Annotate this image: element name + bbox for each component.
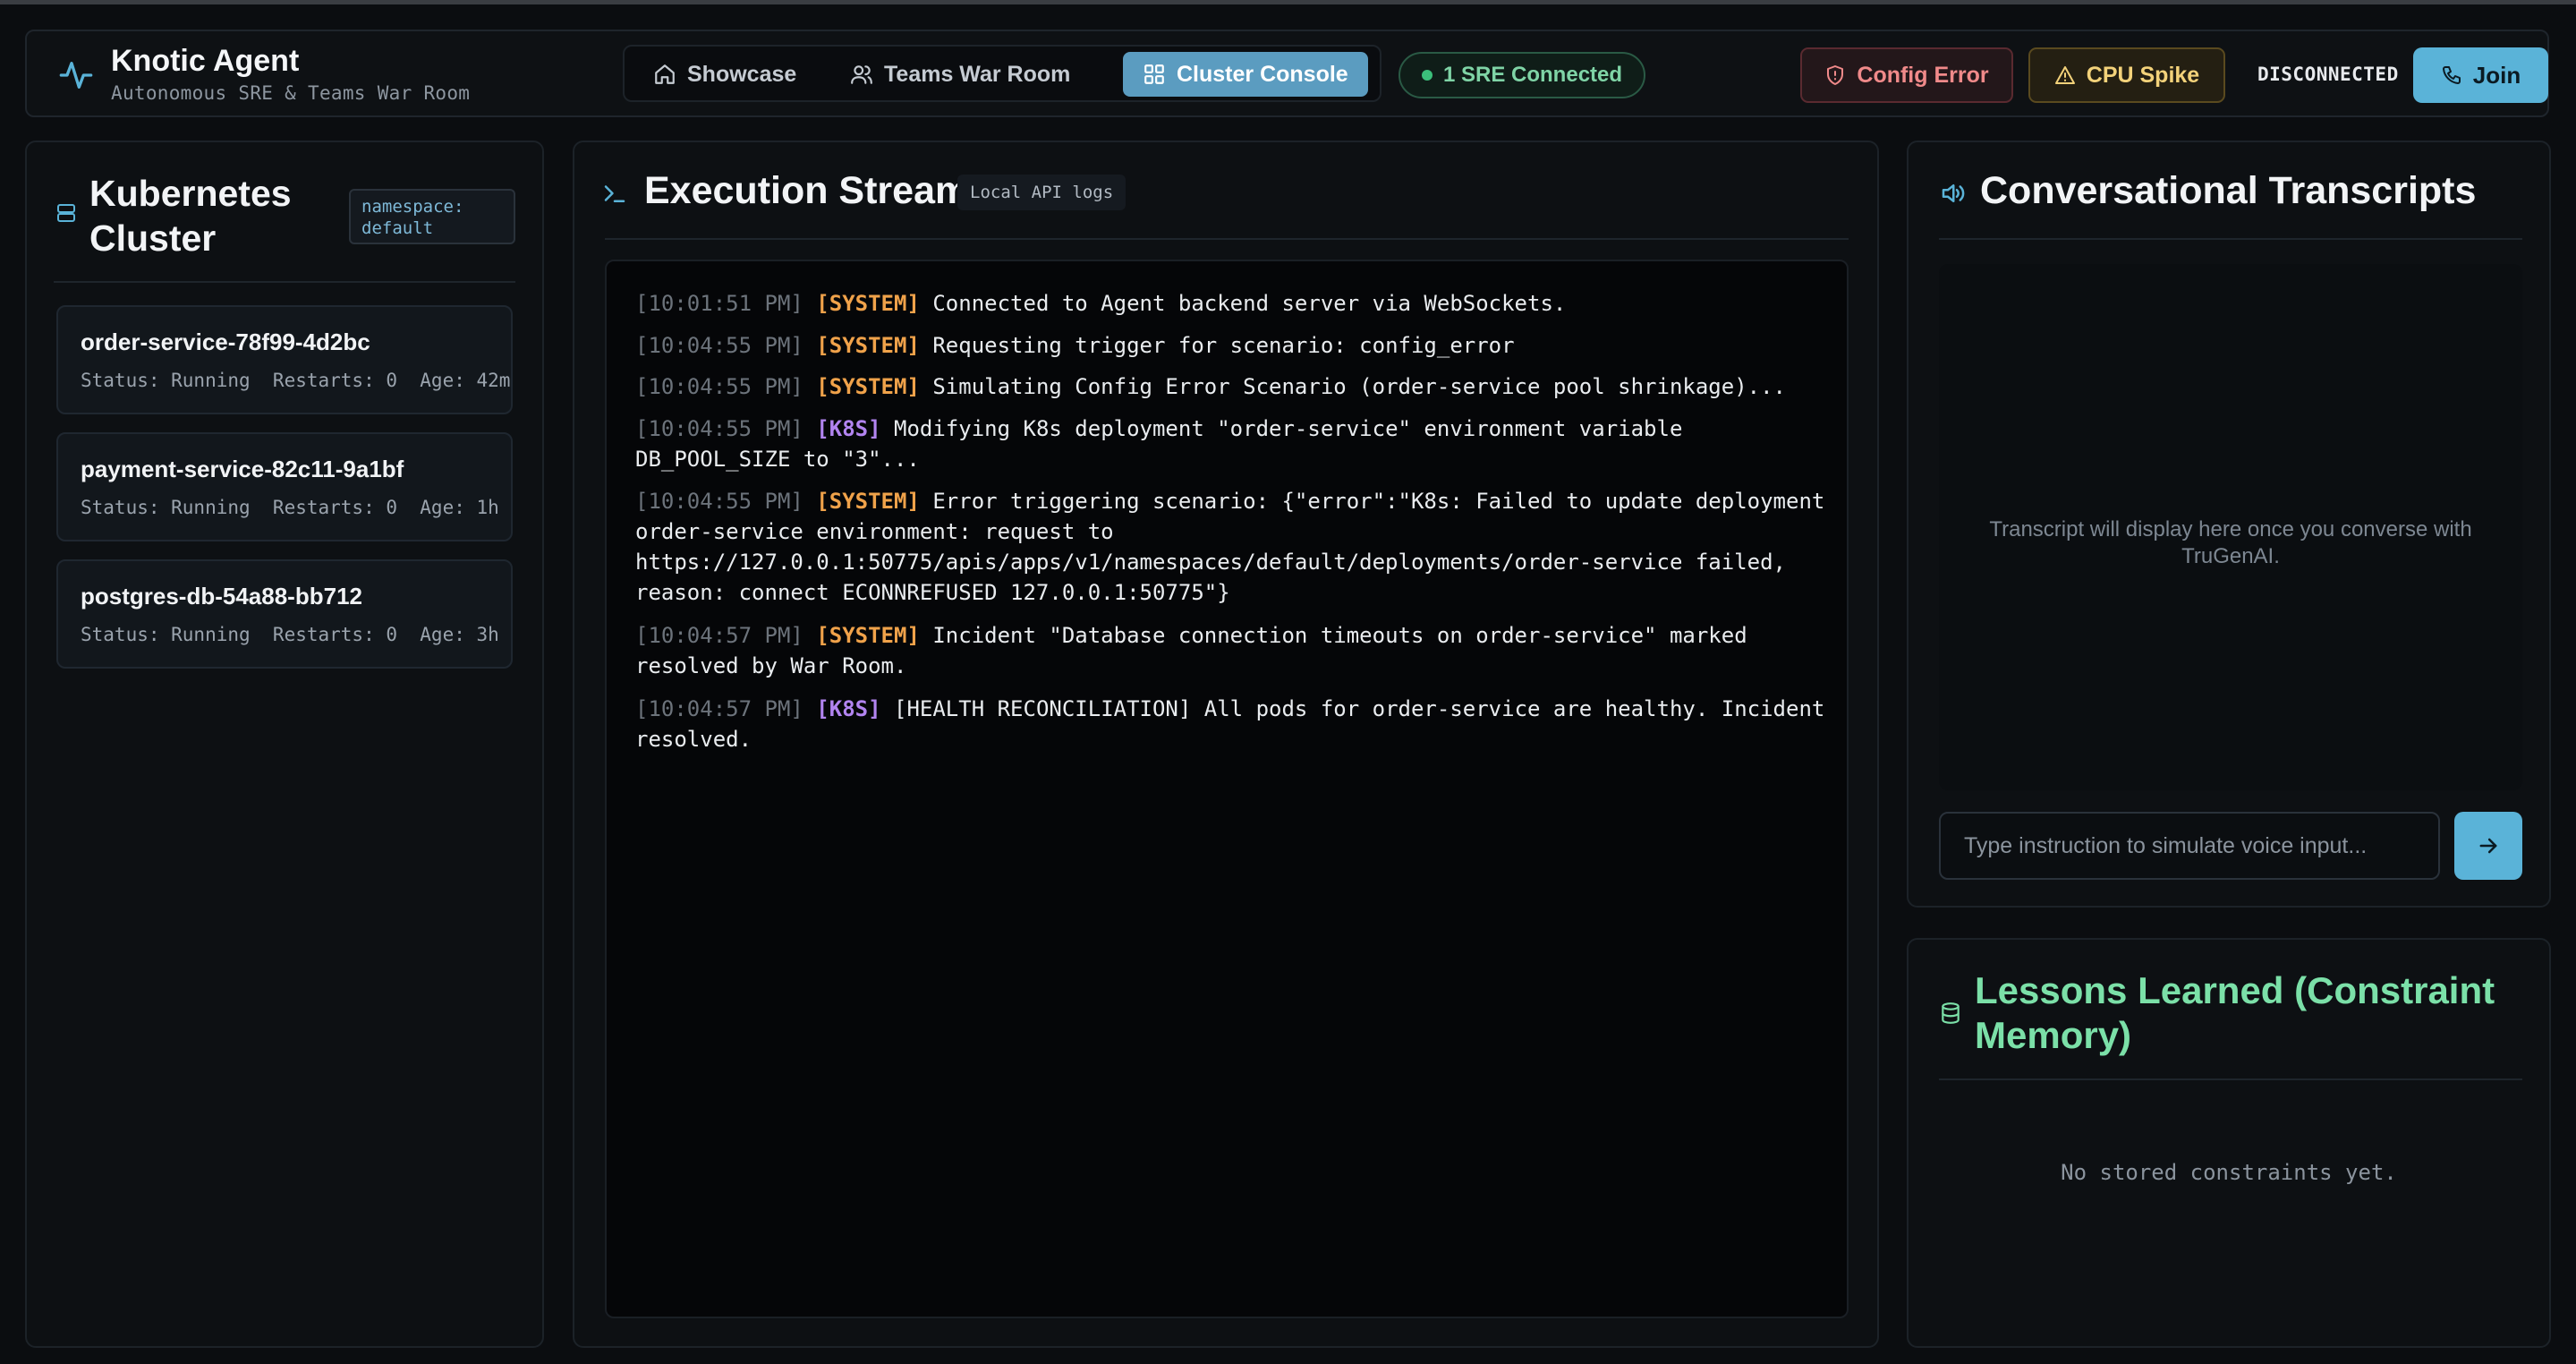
log-line: [10:04:55 PM] [SYSTEM] Simulating Config… <box>635 371 1834 402</box>
pod-name: payment-service-82c11-9a1bf <box>81 456 404 482</box>
window-top-border <box>0 0 2576 4</box>
log-time: [10:04:55 PM] <box>635 374 803 399</box>
database-icon <box>1942 1002 1960 1024</box>
app-subtitle: Autonomous SRE & Teams War Room <box>111 82 471 104</box>
log-time: [10:04:57 PM] <box>635 696 803 721</box>
tab-cluster-console-label: Cluster Console <box>1177 61 1348 87</box>
log-time: [10:01:51 PM] <box>635 291 803 316</box>
log-time: [10:04:57 PM] <box>635 623 803 648</box>
log-message: Incident "Database connection timeouts o… <box>635 623 1761 678</box>
connection-status: DISCONNECTED <box>2257 64 2399 85</box>
log-line: [10:01:51 PM] [SYSTEM] Connected to Agen… <box>635 288 1834 319</box>
log-message: Requesting trigger for scenario: config_… <box>932 333 1515 358</box>
config-error-label: Config Error <box>1857 62 1989 88</box>
log-tag: [SYSTEM] <box>816 374 920 399</box>
pod-card[interactable]: payment-service-82c11-9a1bf Status: Runn… <box>56 432 513 541</box>
log-line: [10:04:57 PM] [SYSTEM] Incident "Databas… <box>635 620 1834 681</box>
transcript-area[interactable]: Transcript will display here once you co… <box>1939 264 2522 790</box>
pod-meta: Status: Running Restarts: 0 Age: 42m <box>81 370 511 391</box>
tab-teams-war-room[interactable]: Teams War Room <box>830 52 1090 97</box>
join-label: Join <box>2472 61 2521 89</box>
log-tag: [K8S] <box>816 416 881 441</box>
transcripts-title: Conversational Transcripts <box>1980 169 2477 212</box>
pod-card[interactable]: postgres-db-54a88-bb712 Status: Running … <box>56 559 513 669</box>
execution-stream-panel: Execution Stream Local API logs [10:01:5… <box>573 141 1879 1348</box>
pod-name: order-service-78f99-4d2bc <box>81 328 370 355</box>
speaker-icon <box>1942 184 1965 202</box>
shield-icon <box>1827 65 1844 85</box>
cpu-spike-label: CPU Spike <box>2086 62 2200 88</box>
voice-instruction-input[interactable] <box>1939 812 2440 880</box>
log-message: Connected to Agent backend server via We… <box>932 291 1567 316</box>
app-header: Knotic Agent Autonomous SRE & Teams War … <box>25 30 2549 117</box>
stream-title: Execution Stream <box>644 169 970 212</box>
divider <box>54 281 515 283</box>
local-api-badge: Local API logs <box>957 175 1126 210</box>
log-line: [10:04:55 PM] [SYSTEM] Requesting trigge… <box>635 330 1834 361</box>
lessons-empty-message: No stored constraints yet. <box>2061 1160 2397 1185</box>
log-terminal[interactable]: [10:01:51 PM] [SYSTEM] Connected to Agen… <box>605 260 1849 1318</box>
phone-icon <box>2442 66 2461 84</box>
log-tag: [SYSTEM] <box>816 291 920 316</box>
users-icon <box>851 65 872 84</box>
terminal-icon <box>604 185 625 202</box>
log-time: [10:04:55 PM] <box>635 489 803 514</box>
config-error-button[interactable]: Config Error <box>1800 47 2013 103</box>
kubernetes-cluster-panel: Kubernetes Cluster namespace: default or… <box>25 141 544 1348</box>
join-button[interactable]: Join <box>2413 47 2548 103</box>
lessons-learned-panel: Lessons Learned (Constraint Memory) No s… <box>1907 938 2551 1348</box>
tab-showcase[interactable]: Showcase <box>633 52 816 97</box>
log-tag: [SYSTEM] <box>816 623 920 648</box>
tab-cluster-console[interactable]: Cluster Console <box>1123 52 1368 97</box>
divider <box>605 238 1849 240</box>
view-switcher: Showcase Teams War Room Cluster Console <box>623 45 1382 102</box>
pod-meta: Status: Running Restarts: 0 Age: 1h <box>81 497 499 518</box>
arrow-right-icon <box>2479 838 2497 854</box>
log-tag: [K8S] <box>816 696 881 721</box>
namespace-badge: namespace: default <box>349 189 515 244</box>
transcript-empty-message: Transcript will display here once you co… <box>1989 517 2472 568</box>
send-button[interactable] <box>2454 812 2522 880</box>
cluster-title: Kubernetes Cluster <box>89 173 292 259</box>
log-message: Simulating Config Error Scenario (order-… <box>932 374 1786 399</box>
sre-connected-badge: 1 SRE Connected <box>1399 52 1646 98</box>
app-title: Knotic Agent <box>111 44 300 78</box>
status-dot <box>1422 70 1433 81</box>
tab-teams-war-room-label: Teams War Room <box>884 61 1071 87</box>
log-line: [10:04:57 PM] [K8S] [HEALTH RECONCILIATI… <box>635 694 1834 754</box>
lessons-title: Lessons Learned (Constraint Memory) <box>1975 969 2495 1056</box>
server-icon <box>57 204 75 222</box>
pulse-icon <box>59 62 93 90</box>
cpu-spike-button[interactable]: CPU Spike <box>2028 47 2225 103</box>
tab-showcase-label: Showcase <box>687 61 797 87</box>
pod-meta: Status: Running Restarts: 0 Age: 3h <box>81 624 499 645</box>
log-tag: [SYSTEM] <box>816 333 920 358</box>
alert-triangle-icon <box>2054 66 2075 84</box>
pod-card[interactable]: order-service-78f99-4d2bc Status: Runnin… <box>56 305 513 414</box>
divider <box>1939 238 2522 240</box>
sre-connected-label: 1 SRE Connected <box>1443 63 1623 87</box>
grid-icon <box>1144 64 1164 84</box>
home-icon <box>655 64 675 84</box>
log-line: [10:04:55 PM] [SYSTEM] Error triggering … <box>635 486 1834 608</box>
log-tag: [SYSTEM] <box>816 489 920 514</box>
log-time: [10:04:55 PM] <box>635 416 803 441</box>
transcripts-panel: Conversational Transcripts Transcript wi… <box>1907 141 2551 908</box>
divider <box>1939 1078 2522 1080</box>
log-line: [10:04:55 PM] [K8S] Modifying K8s deploy… <box>635 413 1834 474</box>
log-time: [10:04:55 PM] <box>635 333 803 358</box>
pod-name: postgres-db-54a88-bb712 <box>81 583 362 610</box>
